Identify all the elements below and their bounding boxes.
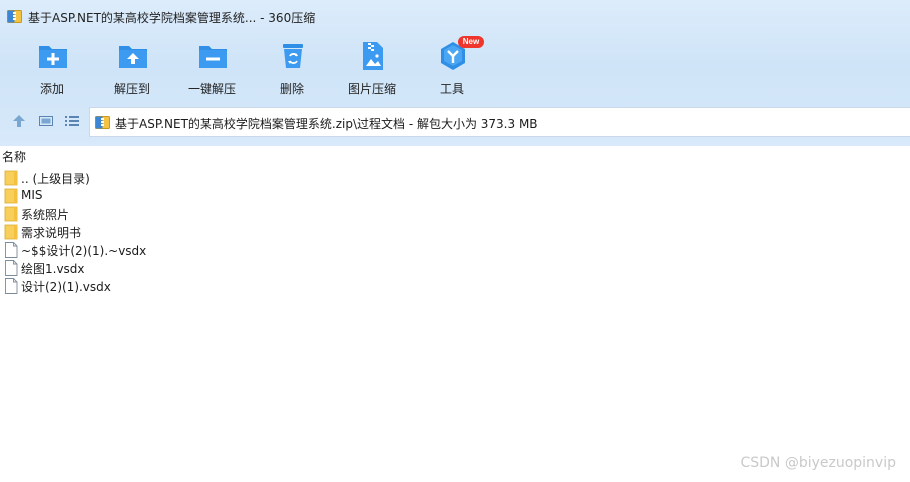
- one-click-extract-icon: [199, 46, 227, 68]
- zip-archive-icon: [7, 10, 22, 23]
- toolbar: 添加 解压到 一键解压 删除 图片压缩 New 工具: [0, 34, 910, 102]
- tools-button[interactable]: New 工具: [416, 36, 488, 100]
- list-item[interactable]: 设计(2)(1).vsdx: [0, 277, 300, 295]
- zip-archive-icon: [95, 116, 110, 129]
- address-bar: 基于ASP.NET的某高校学院档案管理系统.zip\过程文档 - 解包大小为 3…: [0, 104, 910, 138]
- delete-button-label: 删除: [279, 82, 304, 96]
- extract-to-button[interactable]: 解压到: [96, 38, 168, 100]
- image-compress-icon: [363, 42, 383, 70]
- file-icon: [5, 278, 18, 294]
- list-item-name: ~$$设计(2)(1).~vsdx: [21, 244, 147, 258]
- one-click-extract-button[interactable]: 一键解压: [176, 38, 248, 100]
- list-item[interactable]: 系统照片: [0, 205, 300, 223]
- watermark: CSDN @biyezuopinvip: [740, 455, 896, 471]
- recycle-bin-icon: [283, 44, 303, 68]
- list-item-name: MIS: [21, 188, 43, 202]
- file-icon: [5, 242, 18, 258]
- add-button-label: 添加: [39, 82, 64, 96]
- image-compress-button[interactable]: 图片压缩: [336, 38, 408, 100]
- add-button[interactable]: 添加: [16, 38, 88, 100]
- app-window: 基于ASP.NET的某高校学院档案管理系统... - 360压缩 添加 解压到 …: [0, 0, 910, 482]
- one-click-extract-button-label: 一键解压: [187, 82, 236, 96]
- folder-icon: [4, 188, 18, 204]
- extract-to-button-label: 解压到: [113, 82, 150, 96]
- folder-extract-icon: [119, 46, 147, 68]
- folder-add-icon: [39, 46, 67, 68]
- title-bar: 基于ASP.NET的某高校学院档案管理系统... - 360压缩: [0, 0, 910, 34]
- tools-button-label: 工具: [439, 82, 464, 96]
- path-input[interactable]: 基于ASP.NET的某高校学院档案管理系统.zip\过程文档 - 解包大小为 3…: [89, 107, 910, 137]
- list-item-name: 需求说明书: [21, 226, 82, 240]
- thumbnail-view-icon[interactable]: [38, 113, 54, 129]
- list-item-name: 绘图1.vsdx: [21, 262, 85, 276]
- list-item-name: 设计(2)(1).vsdx: [21, 280, 111, 294]
- path-text: 基于ASP.NET的某高校学院档案管理系统.zip\过程文档 - 解包大小为 3…: [115, 117, 538, 131]
- delete-button[interactable]: 删除: [256, 38, 328, 100]
- window-title: 基于ASP.NET的某高校学院档案管理系统... - 360压缩: [28, 11, 316, 25]
- folder-icon: [4, 224, 18, 240]
- list-item[interactable]: MIS: [0, 187, 300, 205]
- up-arrow-icon[interactable]: [11, 113, 27, 129]
- header-area: 基于ASP.NET的某高校学院档案管理系统... - 360压缩 添加 解压到 …: [0, 0, 910, 146]
- file-icon: [5, 260, 18, 276]
- list-item[interactable]: ~$$设计(2)(1).~vsdx: [0, 241, 300, 259]
- new-badge: New: [458, 36, 484, 48]
- column-header-label: 名称: [2, 150, 27, 164]
- list-item[interactable]: 需求说明书: [0, 223, 300, 241]
- list-view-icon[interactable]: [64, 113, 80, 129]
- column-header-name[interactable]: 名称: [0, 147, 910, 165]
- list-item-name: .. (上级目录): [21, 172, 90, 186]
- list-item-name: 系统照片: [21, 208, 70, 222]
- list-item[interactable]: 绘图1.vsdx: [0, 259, 300, 277]
- image-compress-button-label: 图片压缩: [347, 82, 396, 96]
- folder-icon: [4, 206, 18, 222]
- list-item[interactable]: .. (上级目录): [0, 169, 300, 187]
- folder-icon: [4, 170, 18, 186]
